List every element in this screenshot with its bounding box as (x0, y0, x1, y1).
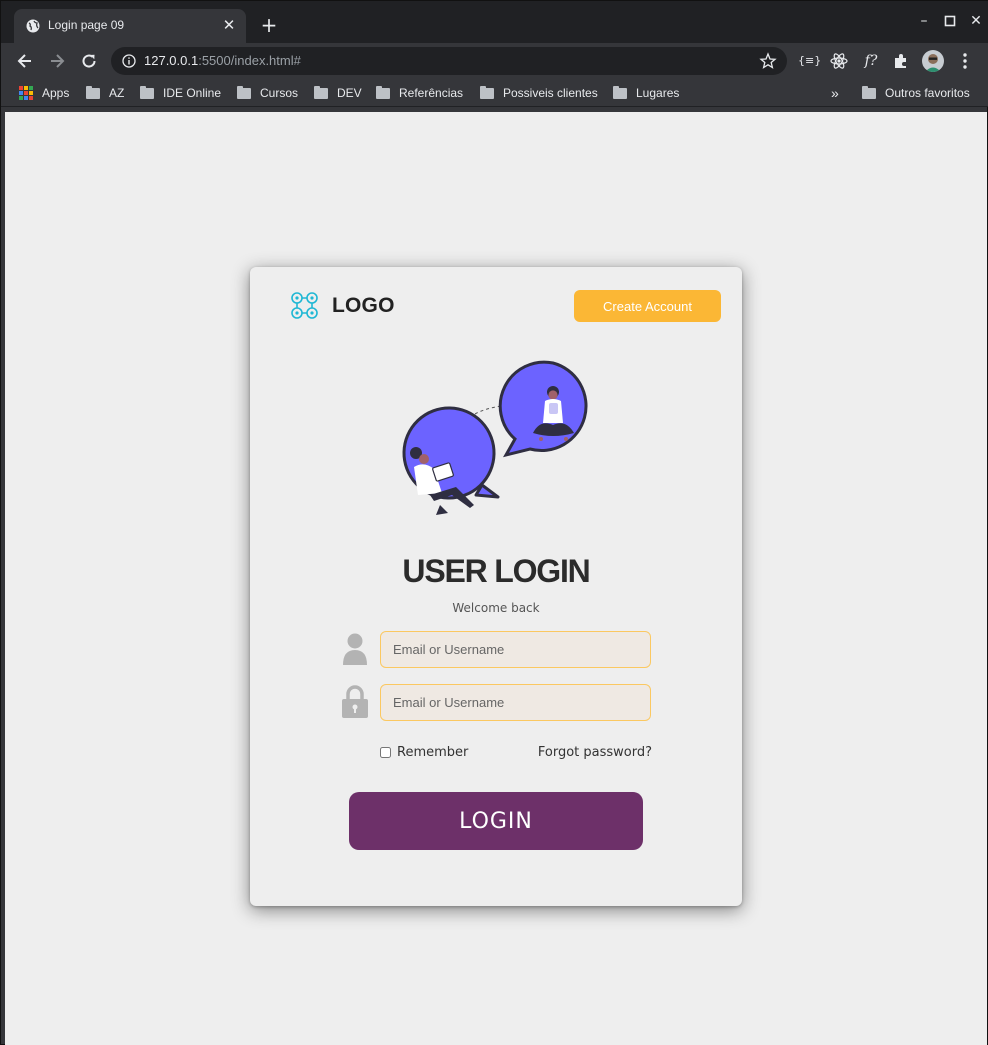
reload-icon[interactable] (79, 51, 99, 71)
page-viewport: LOGO Create Account USER LOGIN Welcome b… (5, 112, 987, 1045)
url-text: 127.0.0.1:5500/index.html# (144, 53, 301, 68)
browser-window: Login page 09 ✕ + – ✕ 127.0.0.1:5500/ind… (0, 0, 988, 1045)
json-extension-icon[interactable]: {≡} (798, 51, 821, 71)
browser-toolbar: 127.0.0.1:5500/index.html# {≡} f? (1, 43, 988, 79)
forgot-password-link[interactable]: Forgot password? (538, 745, 652, 760)
bookmarks-bar: Apps AZ IDE Online Cursos DEV Referência… (1, 79, 988, 107)
chat-people-illustration (402, 360, 588, 515)
maximize-icon[interactable] (943, 13, 957, 29)
folder-icon (376, 85, 390, 99)
username-input[interactable] (380, 631, 651, 668)
new-tab-button[interactable]: + (258, 14, 280, 36)
minimize-icon[interactable]: – (917, 13, 931, 29)
remember-checkbox-row[interactable]: Remember (380, 745, 468, 760)
back-arrow-icon[interactable] (15, 51, 35, 71)
tab-title: Login page 09 (48, 18, 125, 32)
folder-icon (237, 85, 251, 99)
password-input[interactable] (380, 684, 651, 721)
extensions-puzzle-icon[interactable] (891, 51, 911, 71)
close-window-icon[interactable]: ✕ (969, 13, 983, 29)
bookmark-lugares[interactable]: Lugares (613, 85, 679, 101)
bookmark-apps[interactable]: Apps (19, 85, 69, 101)
browser-tab[interactable]: Login page 09 ✕ (14, 9, 246, 43)
react-devtools-icon[interactable] (829, 51, 849, 71)
page-title: USER LOGIN (402, 553, 590, 589)
welcome-subtitle: Welcome back (452, 601, 540, 615)
forward-arrow-icon[interactable] (47, 51, 67, 71)
bookmark-az[interactable]: AZ (86, 85, 124, 101)
bookmarks-overflow-button[interactable]: » (831, 85, 839, 101)
folder-icon (862, 85, 876, 99)
tab-strip: Login page 09 ✕ + – ✕ (1, 1, 988, 43)
window-controls: – ✕ (917, 13, 983, 29)
login-card: LOGO Create Account USER LOGIN Welcome b… (250, 267, 742, 906)
create-account-button[interactable]: Create Account (574, 290, 721, 322)
globe-icon (26, 19, 40, 33)
info-icon[interactable] (122, 54, 136, 68)
bookmark-referencias[interactable]: Referências (376, 85, 463, 101)
profile-avatar[interactable] (922, 50, 944, 72)
username-row (340, 631, 652, 668)
bookmark-dev[interactable]: DEV (314, 85, 362, 101)
remember-label: Remember (397, 745, 469, 760)
bookmark-possiveis-clientes[interactable]: Possiveis clientes (480, 85, 598, 101)
folder-icon (314, 85, 328, 99)
folder-icon (613, 85, 627, 99)
font-finder-icon[interactable]: f? (861, 51, 881, 71)
user-icon (343, 633, 367, 665)
lock-icon (342, 685, 368, 718)
bookmark-star-icon[interactable] (759, 52, 777, 70)
kebab-menu-icon[interactable] (958, 51, 972, 71)
address-bar[interactable]: 127.0.0.1:5500/index.html# (111, 47, 787, 75)
logo[interactable]: LOGO (290, 291, 395, 321)
login-button[interactable]: LOGIN (349, 792, 643, 850)
network-logo-icon (291, 292, 318, 319)
bookmark-cursos[interactable]: Cursos (237, 85, 298, 101)
folder-icon (140, 85, 154, 99)
remember-checkbox[interactable] (380, 747, 391, 758)
folder-icon (86, 85, 100, 99)
bookmark-other-favorites[interactable]: Outros favoritos (862, 85, 970, 101)
folder-icon (480, 85, 494, 99)
password-row (340, 684, 652, 721)
logo-text: LOGO (332, 294, 395, 317)
apps-grid-icon (19, 86, 33, 100)
close-tab-icon[interactable]: ✕ (220, 16, 238, 34)
bookmark-ide-online[interactable]: IDE Online (140, 85, 221, 101)
